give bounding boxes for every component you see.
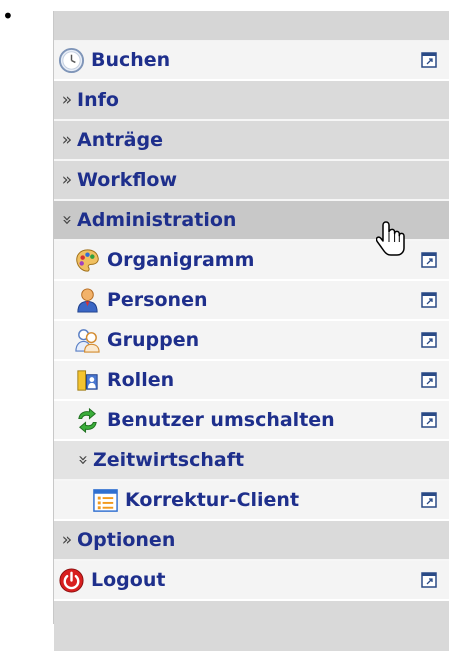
open-new-window-icon[interactable]	[421, 572, 437, 588]
menu-item-label: Optionen	[77, 529, 176, 551]
open-new-window-icon[interactable]	[421, 252, 437, 268]
menu-item-label: Buchen	[91, 49, 171, 71]
menu-item-korrektur-client[interactable]: Korrektur-Client	[54, 481, 449, 521]
menu-item-label: Personen	[107, 289, 208, 311]
switch-user-icon	[74, 407, 101, 434]
menu-item-label: Organigramm	[107, 249, 255, 271]
roles-icon	[74, 367, 101, 394]
palette-icon	[74, 247, 101, 274]
menu-item-label: Rollen	[107, 369, 175, 391]
menu-item-buchen[interactable]: Buchen	[54, 41, 449, 81]
chevron-double-down-icon: »	[73, 454, 93, 466]
menu-item-label: Benutzer umschalten	[107, 409, 335, 431]
open-new-window-icon[interactable]	[421, 332, 437, 348]
list-bullet: •	[2, 4, 14, 28]
menu-item-rollen[interactable]: Rollen	[54, 361, 449, 401]
clock-icon	[58, 47, 85, 74]
menu-item-label: Zeitwirtschaft	[93, 449, 245, 471]
open-new-window-icon[interactable]	[421, 52, 437, 68]
person-icon	[74, 287, 101, 314]
chevron-double-down-icon: »	[57, 214, 77, 226]
power-icon	[58, 567, 85, 594]
menu-footer-bar	[54, 601, 449, 651]
menu-item-personen[interactable]: Personen	[54, 281, 449, 321]
menu-item-label: Anträge	[77, 129, 163, 151]
menu-item-label: Workflow	[77, 169, 178, 191]
menu-item-label: Logout	[91, 569, 166, 591]
menu-section-optionen[interactable]: » Optionen	[54, 521, 449, 561]
chevron-double-right-icon: »	[61, 170, 73, 190]
open-new-window-icon[interactable]	[421, 492, 437, 508]
menu-item-gruppen[interactable]: Gruppen	[54, 321, 449, 361]
menu-item-label: Korrektur-Client	[125, 489, 300, 511]
menu-item-logout[interactable]: Logout	[54, 561, 449, 601]
menu-item-label: Gruppen	[107, 329, 200, 351]
menu-section-info[interactable]: » Info	[54, 81, 449, 121]
menu-section-workflow[interactable]: » Workflow	[54, 161, 449, 201]
chevron-double-right-icon: »	[61, 90, 73, 110]
menu-item-label: Info	[77, 89, 119, 111]
open-new-window-icon[interactable]	[421, 292, 437, 308]
menu-item-label: Administration	[77, 209, 237, 231]
hand-pointer-cursor-icon	[376, 220, 408, 260]
menu-section-zeitwirtschaft[interactable]: » Zeitwirtschaft	[54, 441, 449, 481]
menu-header-bar	[54, 11, 449, 41]
chevron-double-right-icon: »	[61, 530, 73, 550]
group-icon	[74, 327, 101, 354]
chevron-double-right-icon: »	[61, 130, 73, 150]
list-window-icon	[92, 487, 119, 514]
menu-section-antraege[interactable]: » Anträge	[54, 121, 449, 161]
menu-item-benutzer-umschalten[interactable]: Benutzer umschalten	[54, 401, 449, 441]
open-new-window-icon[interactable]	[421, 372, 437, 388]
navigation-menu: Buchen » Info » Anträge » Workflow » Adm…	[53, 11, 449, 651]
open-new-window-icon[interactable]	[421, 412, 437, 428]
